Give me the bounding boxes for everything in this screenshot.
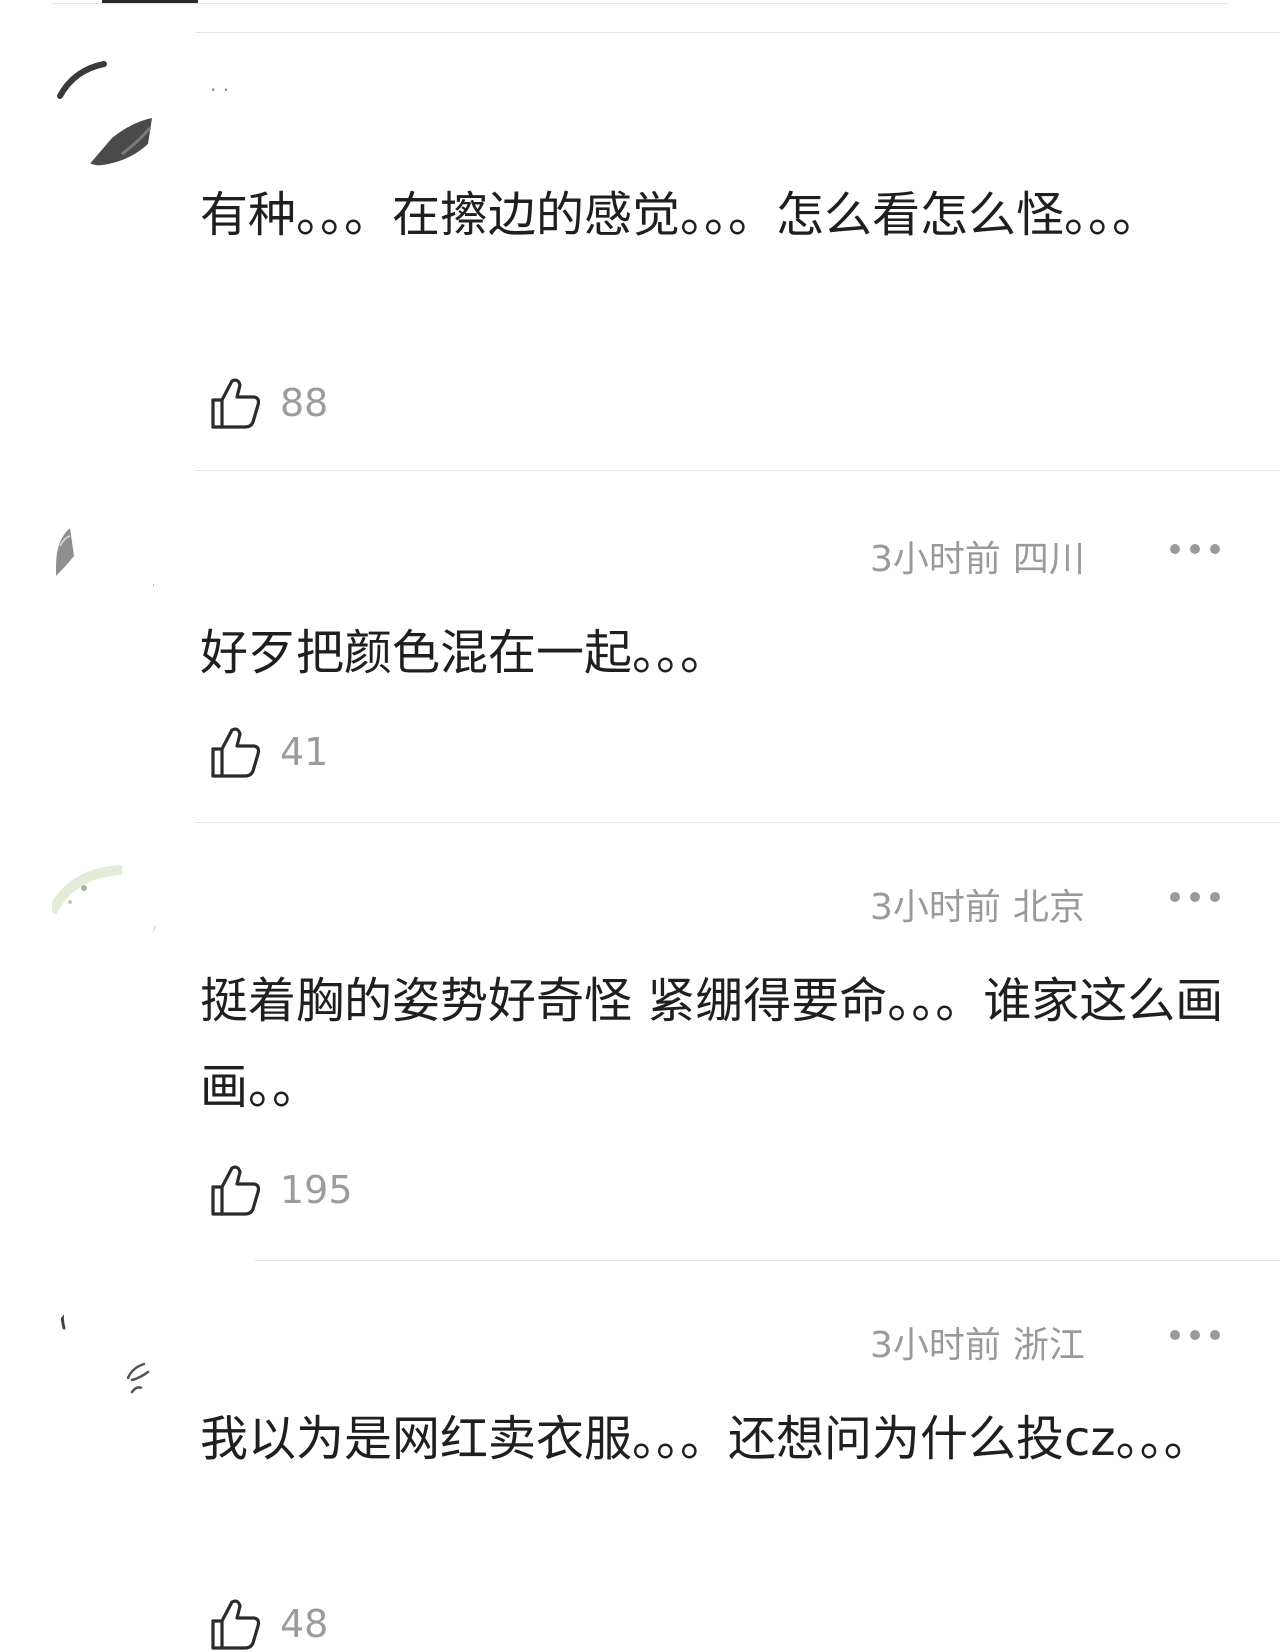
avatar-image <box>56 528 157 600</box>
comment-region: 北京 <box>1012 887 1085 928</box>
comment-text: 我以为是网红卖衣服。。。还想问为什么投cz。。。 <box>200 1411 1212 1467</box>
comment-meta: 3小时前 浙江 <box>870 1316 1085 1368</box>
like-button[interactable]: 88 <box>210 375 328 431</box>
like-button[interactable]: 195 <box>210 1162 353 1218</box>
avatar[interactable] <box>52 506 160 614</box>
like-button[interactable]: 41 <box>210 724 328 780</box>
comment-region: 浙江 <box>1012 1325 1085 1366</box>
username-placeholder: · · <box>210 78 230 102</box>
thumbs-up-icon <box>211 378 261 429</box>
avatar[interactable] <box>52 58 160 166</box>
comment-item: 3小时前 浙江 我以为是网红卖衣服。。。还想问为什么投cz。。。 48 <box>0 1260 1280 1652</box>
comment-item: 3小时前 北京 挺着胸的姿势好奇怪 紧绷得要命。。。谁家这么画画。。 195 <box>0 822 1280 1261</box>
more-button[interactable] <box>1170 542 1224 556</box>
like-count: 195 <box>280 1168 353 1212</box>
avatar-image <box>52 865 158 941</box>
avatar-image <box>60 1298 150 1394</box>
more-button[interactable] <box>1170 890 1224 904</box>
like-count: 88 <box>280 381 329 425</box>
comment-time: 3小时前 <box>870 539 1001 580</box>
like-count: 41 <box>280 730 329 774</box>
comment-item: · · 有种。。。在擦边的感觉。。。怎么看怎么怪。。。 88 <box>0 0 1280 471</box>
comment-region: 四川 <box>1012 539 1085 580</box>
thumbs-up-icon <box>211 1599 261 1650</box>
comment-divider <box>195 32 1280 33</box>
comment-meta: 3小时前 四川 <box>870 530 1085 582</box>
thumbs-up-icon <box>211 1165 261 1216</box>
comment-time: 3小时前 <box>870 1325 1001 1366</box>
avatar-image <box>57 61 152 166</box>
comment-meta: 3小时前 北京 <box>870 878 1085 930</box>
more-button[interactable] <box>1170 1328 1224 1342</box>
like-count: 48 <box>280 1602 329 1646</box>
comment-text: 挺着胸的姿势好奇怪 紧绷得要命。。。谁家这么画画。。 <box>200 973 1224 1115</box>
comment-text: 好歹把颜色混在一起。。。 <box>200 625 729 681</box>
comment-time: 3小时前 <box>870 887 1001 928</box>
comment-text: 有种。。。在擦边的感觉。。。怎么看怎么怪。。。 <box>200 187 1161 243</box>
avatar[interactable] <box>52 1294 160 1402</box>
thumbs-up-icon <box>211 727 261 778</box>
comment-item: 3小时前 四川 好歹把颜色混在一起。。。 41 <box>0 470 1280 823</box>
like-button[interactable]: 48 <box>210 1596 328 1652</box>
avatar[interactable] <box>52 852 160 960</box>
